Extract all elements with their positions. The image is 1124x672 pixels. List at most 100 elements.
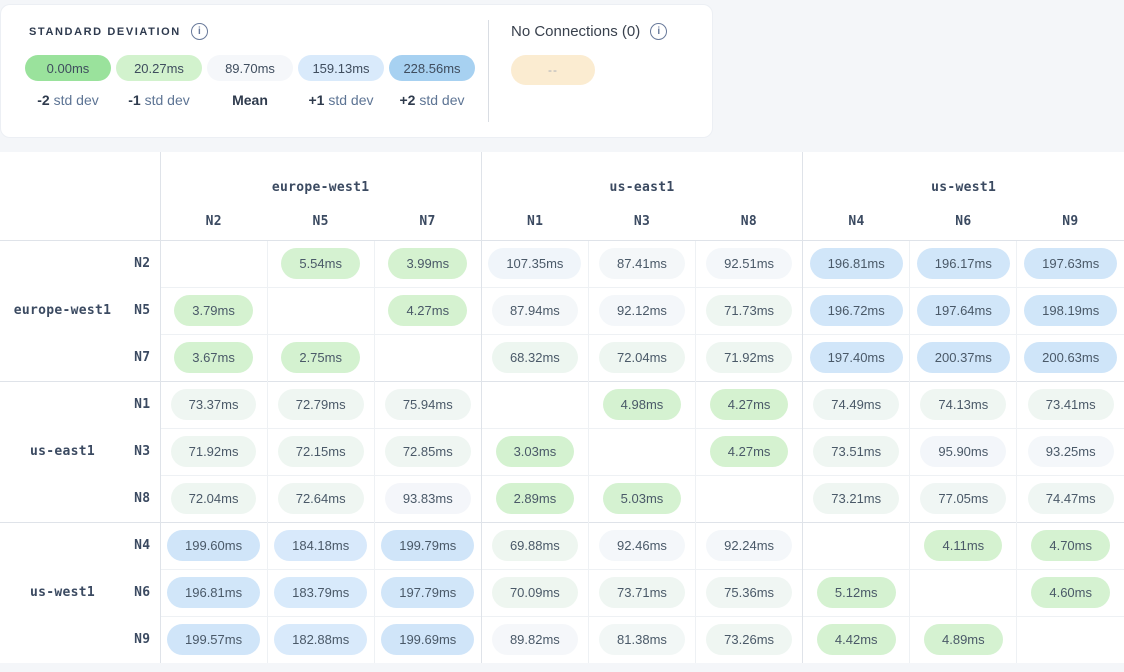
latency-value-pill[interactable]: 71.92ms — [706, 342, 792, 373]
latency-value-pill[interactable]: 70.09ms — [492, 577, 578, 608]
latency-value-pill[interactable]: 200.63ms — [1024, 342, 1117, 373]
latency-value-pill[interactable]: 4.98ms — [603, 389, 682, 420]
matrix-cell: 73.71ms — [588, 569, 695, 616]
row-node-label: N4 — [125, 522, 160, 569]
latency-value-pill[interactable]: 5.03ms — [603, 483, 682, 514]
matrix-cell: 87.94ms — [481, 287, 588, 334]
latency-value-pill[interactable]: 72.64ms — [278, 483, 364, 514]
legend-pill: 0.00ms — [25, 55, 111, 81]
column-node-header: N7 — [374, 204, 481, 240]
latency-value-pill[interactable]: 72.79ms — [278, 389, 364, 420]
info-icon[interactable]: i — [650, 23, 667, 40]
column-node-header: N6 — [910, 204, 1017, 240]
latency-value-pill[interactable]: 197.63ms — [1024, 248, 1117, 279]
latency-value-pill[interactable]: 73.37ms — [171, 389, 257, 420]
legend-stop-prefix: Mean — [232, 92, 268, 108]
latency-value-pill[interactable]: 184.18ms — [274, 530, 367, 561]
info-icon[interactable]: i — [191, 23, 208, 40]
matrix-cell: 199.60ms — [160, 522, 267, 569]
latency-value-pill[interactable]: 81.38ms — [599, 624, 685, 655]
latency-value-pill[interactable]: 4.89ms — [924, 624, 1003, 655]
latency-value-pill[interactable]: 72.85ms — [385, 436, 471, 467]
latency-value-pill[interactable]: 196.72ms — [810, 295, 903, 326]
matrix-cell: 4.27ms — [374, 287, 481, 334]
latency-value-pill[interactable]: 75.94ms — [385, 389, 471, 420]
latency-value-pill[interactable]: 3.67ms — [174, 342, 253, 373]
latency-value-pill[interactable]: 74.47ms — [1028, 483, 1114, 514]
matrix-cell: 4.89ms — [910, 616, 1017, 663]
matrix-row: N9199.57ms182.88ms199.69ms89.82ms81.38ms… — [0, 616, 1124, 663]
latency-value-pill[interactable]: 74.49ms — [813, 389, 899, 420]
latency-value-pill[interactable]: 4.11ms — [924, 530, 1002, 561]
latency-value-pill[interactable]: 197.40ms — [810, 342, 903, 373]
latency-value-pill[interactable]: 199.57ms — [167, 624, 260, 655]
latency-value-pill[interactable]: 3.99ms — [388, 248, 467, 279]
column-node-header: N3 — [588, 204, 695, 240]
latency-value-pill[interactable]: 93.83ms — [385, 483, 471, 514]
latency-value-pill[interactable]: 87.94ms — [492, 295, 578, 326]
latency-value-pill[interactable]: 95.90ms — [920, 436, 1006, 467]
matrix-cell: 87.41ms — [588, 240, 695, 287]
latency-value-pill[interactable]: 71.92ms — [171, 436, 257, 467]
latency-value-pill[interactable]: 92.24ms — [706, 530, 792, 561]
latency-value-pill[interactable]: 4.27ms — [710, 436, 789, 467]
latency-value-pill[interactable]: 2.75ms — [281, 342, 360, 373]
latency-value-pill[interactable]: 72.04ms — [171, 483, 257, 514]
column-node-header: N2 — [160, 204, 267, 240]
matrix-cell: 2.75ms — [267, 334, 374, 381]
latency-value-pill[interactable]: 5.54ms — [281, 248, 360, 279]
matrix-cell: 81.38ms — [588, 616, 695, 663]
latency-value-pill[interactable]: 198.19ms — [1024, 295, 1117, 326]
matrix-cell: 95.90ms — [910, 428, 1017, 475]
legend-stop-suffix: std dev — [141, 92, 190, 108]
latency-value-pill[interactable]: 89.82ms — [492, 624, 578, 655]
latency-value-pill[interactable]: 74.13ms — [920, 389, 1006, 420]
latency-value-pill[interactable]: 92.12ms — [599, 295, 685, 326]
matrix-cell: 182.88ms — [267, 616, 374, 663]
matrix-row: europe-west1N25.54ms3.99ms107.35ms87.41m… — [0, 240, 1124, 287]
latency-value-pill[interactable]: 196.17ms — [917, 248, 1010, 279]
column-region-header: us-west1 — [803, 152, 1124, 204]
latency-value-pill[interactable]: 199.60ms — [167, 530, 260, 561]
latency-value-pill[interactable]: 73.21ms — [813, 483, 899, 514]
latency-value-pill[interactable]: 107.35ms — [488, 248, 581, 279]
latency-value-pill[interactable]: 196.81ms — [810, 248, 903, 279]
matrix-cell: 89.82ms — [481, 616, 588, 663]
latency-value-pill[interactable]: 199.79ms — [381, 530, 474, 561]
latency-value-pill[interactable]: 77.05ms — [920, 483, 1006, 514]
matrix-cell: 68.32ms — [481, 334, 588, 381]
latency-value-pill[interactable]: 72.15ms — [278, 436, 364, 467]
latency-value-pill[interactable]: 4.27ms — [388, 295, 467, 326]
latency-value-pill[interactable]: 5.12ms — [817, 577, 896, 608]
latency-value-pill[interactable]: 73.71ms — [599, 577, 685, 608]
latency-value-pill[interactable]: 92.51ms — [706, 248, 792, 279]
latency-value-pill[interactable]: 197.79ms — [381, 577, 474, 608]
latency-value-pill[interactable]: 4.60ms — [1031, 577, 1110, 608]
latency-value-pill[interactable]: 87.41ms — [599, 248, 685, 279]
latency-value-pill[interactable]: 3.03ms — [496, 436, 575, 467]
latency-value-pill[interactable]: 196.81ms — [167, 577, 260, 608]
latency-value-pill[interactable]: 73.26ms — [706, 624, 792, 655]
latency-value-pill[interactable]: 2.89ms — [496, 483, 575, 514]
latency-value-pill[interactable]: 182.88ms — [274, 624, 367, 655]
latency-value-pill[interactable]: 72.04ms — [599, 342, 685, 373]
latency-value-pill[interactable]: 75.36ms — [706, 577, 792, 608]
latency-value-pill[interactable]: 4.42ms — [817, 624, 896, 655]
matrix-cell: 197.79ms — [374, 569, 481, 616]
latency-value-pill[interactable]: 183.79ms — [274, 577, 367, 608]
latency-value-pill[interactable]: 3.79ms — [174, 295, 253, 326]
latency-value-pill[interactable]: 69.88ms — [492, 530, 578, 561]
latency-value-pill[interactable]: 4.27ms — [710, 389, 789, 420]
latency-value-pill[interactable]: 92.46ms — [599, 530, 685, 561]
latency-value-pill[interactable]: 93.25ms — [1028, 436, 1114, 467]
latency-value-pill[interactable]: 71.73ms — [706, 295, 792, 326]
latency-value-pill[interactable]: 197.64ms — [917, 295, 1010, 326]
latency-value-pill[interactable]: 200.37ms — [917, 342, 1010, 373]
latency-value-pill[interactable]: 4.70ms — [1031, 530, 1110, 561]
matrix-cell: 92.51ms — [696, 240, 803, 287]
latency-value-pill[interactable]: 68.32ms — [492, 342, 578, 373]
latency-value-pill[interactable]: 199.69ms — [381, 624, 474, 655]
latency-value-pill[interactable]: 73.41ms — [1028, 389, 1114, 420]
latency-value-pill[interactable]: 73.51ms — [813, 436, 899, 467]
matrix-cell: 4.42ms — [803, 616, 910, 663]
